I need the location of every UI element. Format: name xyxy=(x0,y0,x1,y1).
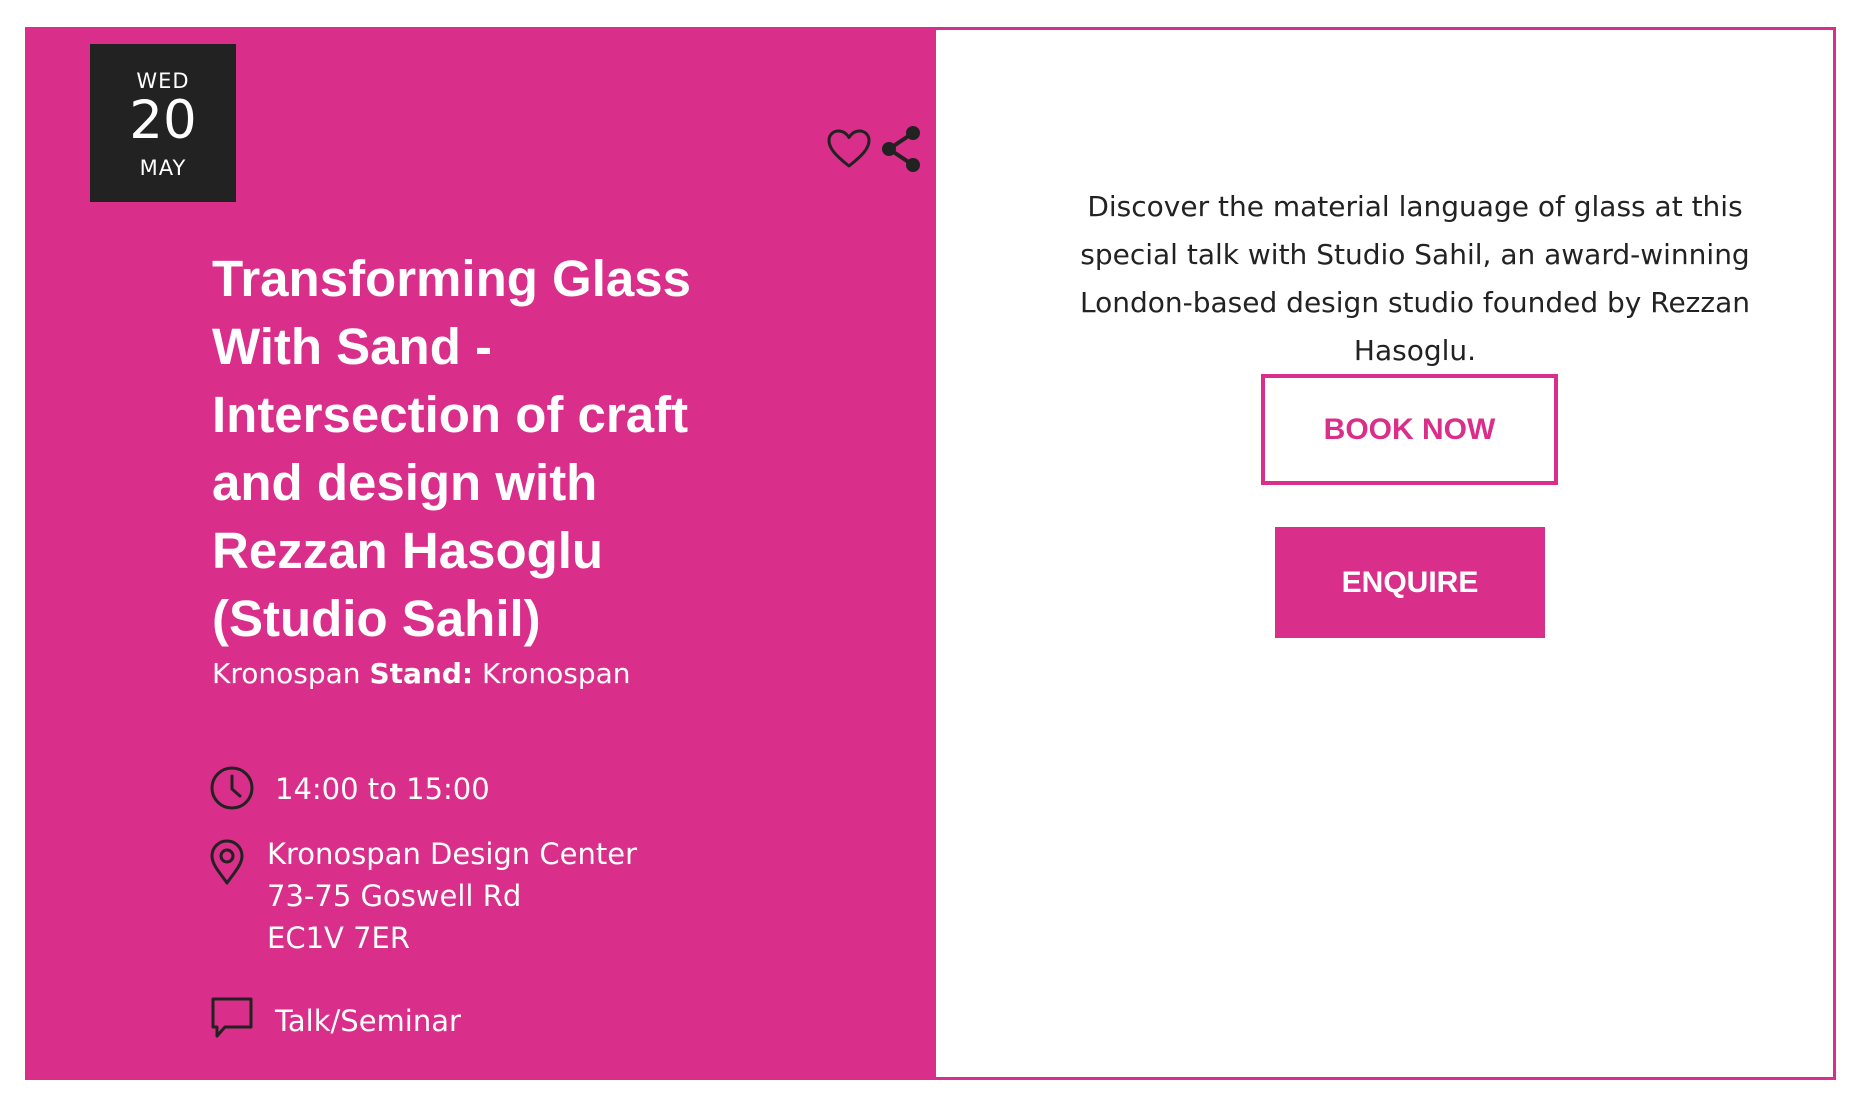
event-description: Discover the material language of glass … xyxy=(1080,190,1750,367)
speech-bubble-icon xyxy=(211,997,253,1038)
event-category: Talk/Seminar xyxy=(275,1004,461,1038)
date-month: MAY xyxy=(139,156,187,180)
clock-icon xyxy=(210,766,254,810)
share-button[interactable] xyxy=(878,123,924,175)
location-pin-icon xyxy=(210,839,244,885)
heart-icon xyxy=(827,129,871,168)
organizer-name: Kronospan xyxy=(212,657,361,690)
enquire-button[interactable]: ENQUIRE xyxy=(1275,527,1545,638)
event-organizer-line: Kronospan Stand: Kronospan xyxy=(212,654,631,694)
stand-label: Stand: xyxy=(369,657,474,690)
venue-line: 73-75 Goswell Rd xyxy=(267,879,522,913)
event-info-panel: WED 20 MAY Transforming Glass With Sand … xyxy=(25,27,936,1080)
book-now-button[interactable]: BOOK NOW xyxy=(1261,374,1558,485)
venue-line: Kronospan Design Center xyxy=(267,837,638,871)
event-card: WED 20 MAY Transforming Glass With Sand … xyxy=(25,27,1836,1080)
share-icon xyxy=(882,126,920,172)
date-badge: WED 20 MAY xyxy=(90,44,236,202)
event-time: 14:00 to 15:00 xyxy=(275,772,490,806)
event-venue: Kronospan Design Center 73-75 Goswell Rd… xyxy=(267,833,637,959)
venue-line: EC1V 7ER xyxy=(267,921,411,955)
favorite-button[interactable] xyxy=(826,123,872,175)
event-title: Transforming Glass With Sand - Intersect… xyxy=(212,250,691,647)
stand-name: Kronospan xyxy=(481,657,631,690)
date-day: 20 xyxy=(129,90,197,151)
event-actions xyxy=(826,123,924,175)
